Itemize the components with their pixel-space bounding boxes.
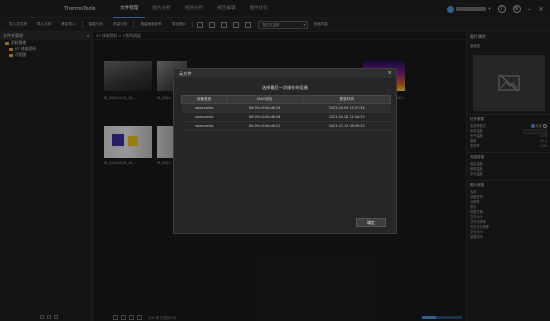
column-header: 登录时间 <box>302 95 391 104</box>
login-time-cell: 2023-04-28 12:44:29 <box>302 112 391 122</box>
table-row[interactable]: newcarries 80:09:c3:0b:d6:24 2023-04-09 … <box>181 103 391 113</box>
login-time-cell: 2023-07-12 08:09:55 <box>302 121 391 131</box>
column-header: 设备类型 <box>180 95 228 104</box>
cloud-file-dialog: 云文件 × 选择最后一次操作的设备 设备类型 MAC地址 登录时间 newcar… <box>173 68 397 234</box>
dialog-heading: 选择最后一次操作的设备 <box>261 85 309 90</box>
mac-cell: 80:09:c3:0b:d6:24 <box>226 103 303 113</box>
dialog-titlebar: 云文件 × <box>174 69 396 78</box>
mac-cell: 80:09:c3:0b:d6:56 <box>226 112 303 122</box>
table-row[interactable]: newcarries 80:09:c3:0b:d6:56 2023-04-28 … <box>181 112 391 122</box>
mac-cell: 80:09:c3:0b:d6:21 <box>226 121 303 131</box>
close-icon[interactable]: × <box>387 69 392 78</box>
device-type-cell: newcarries <box>181 121 227 131</box>
confirm-button[interactable]: 确定 <box>356 218 386 227</box>
device-type-cell: newcarries <box>181 112 227 122</box>
table-row[interactable]: newcarries 80:09:c3:0b:d6:21 2023-07-12 … <box>181 121 391 131</box>
login-time-cell: 2023-04-09 15:37:34 <box>302 103 391 113</box>
device-type-cell: newcarries <box>181 103 227 113</box>
dialog-title: 云文件 <box>179 71 192 76</box>
device-table: 设备类型 MAC地址 登录时间 newcarries 80:09:c3:0b:d… <box>180 95 391 131</box>
column-header: MAC地址 <box>226 95 304 104</box>
table-header-row: 设备类型 MAC地址 登录时间 <box>180 95 391 104</box>
